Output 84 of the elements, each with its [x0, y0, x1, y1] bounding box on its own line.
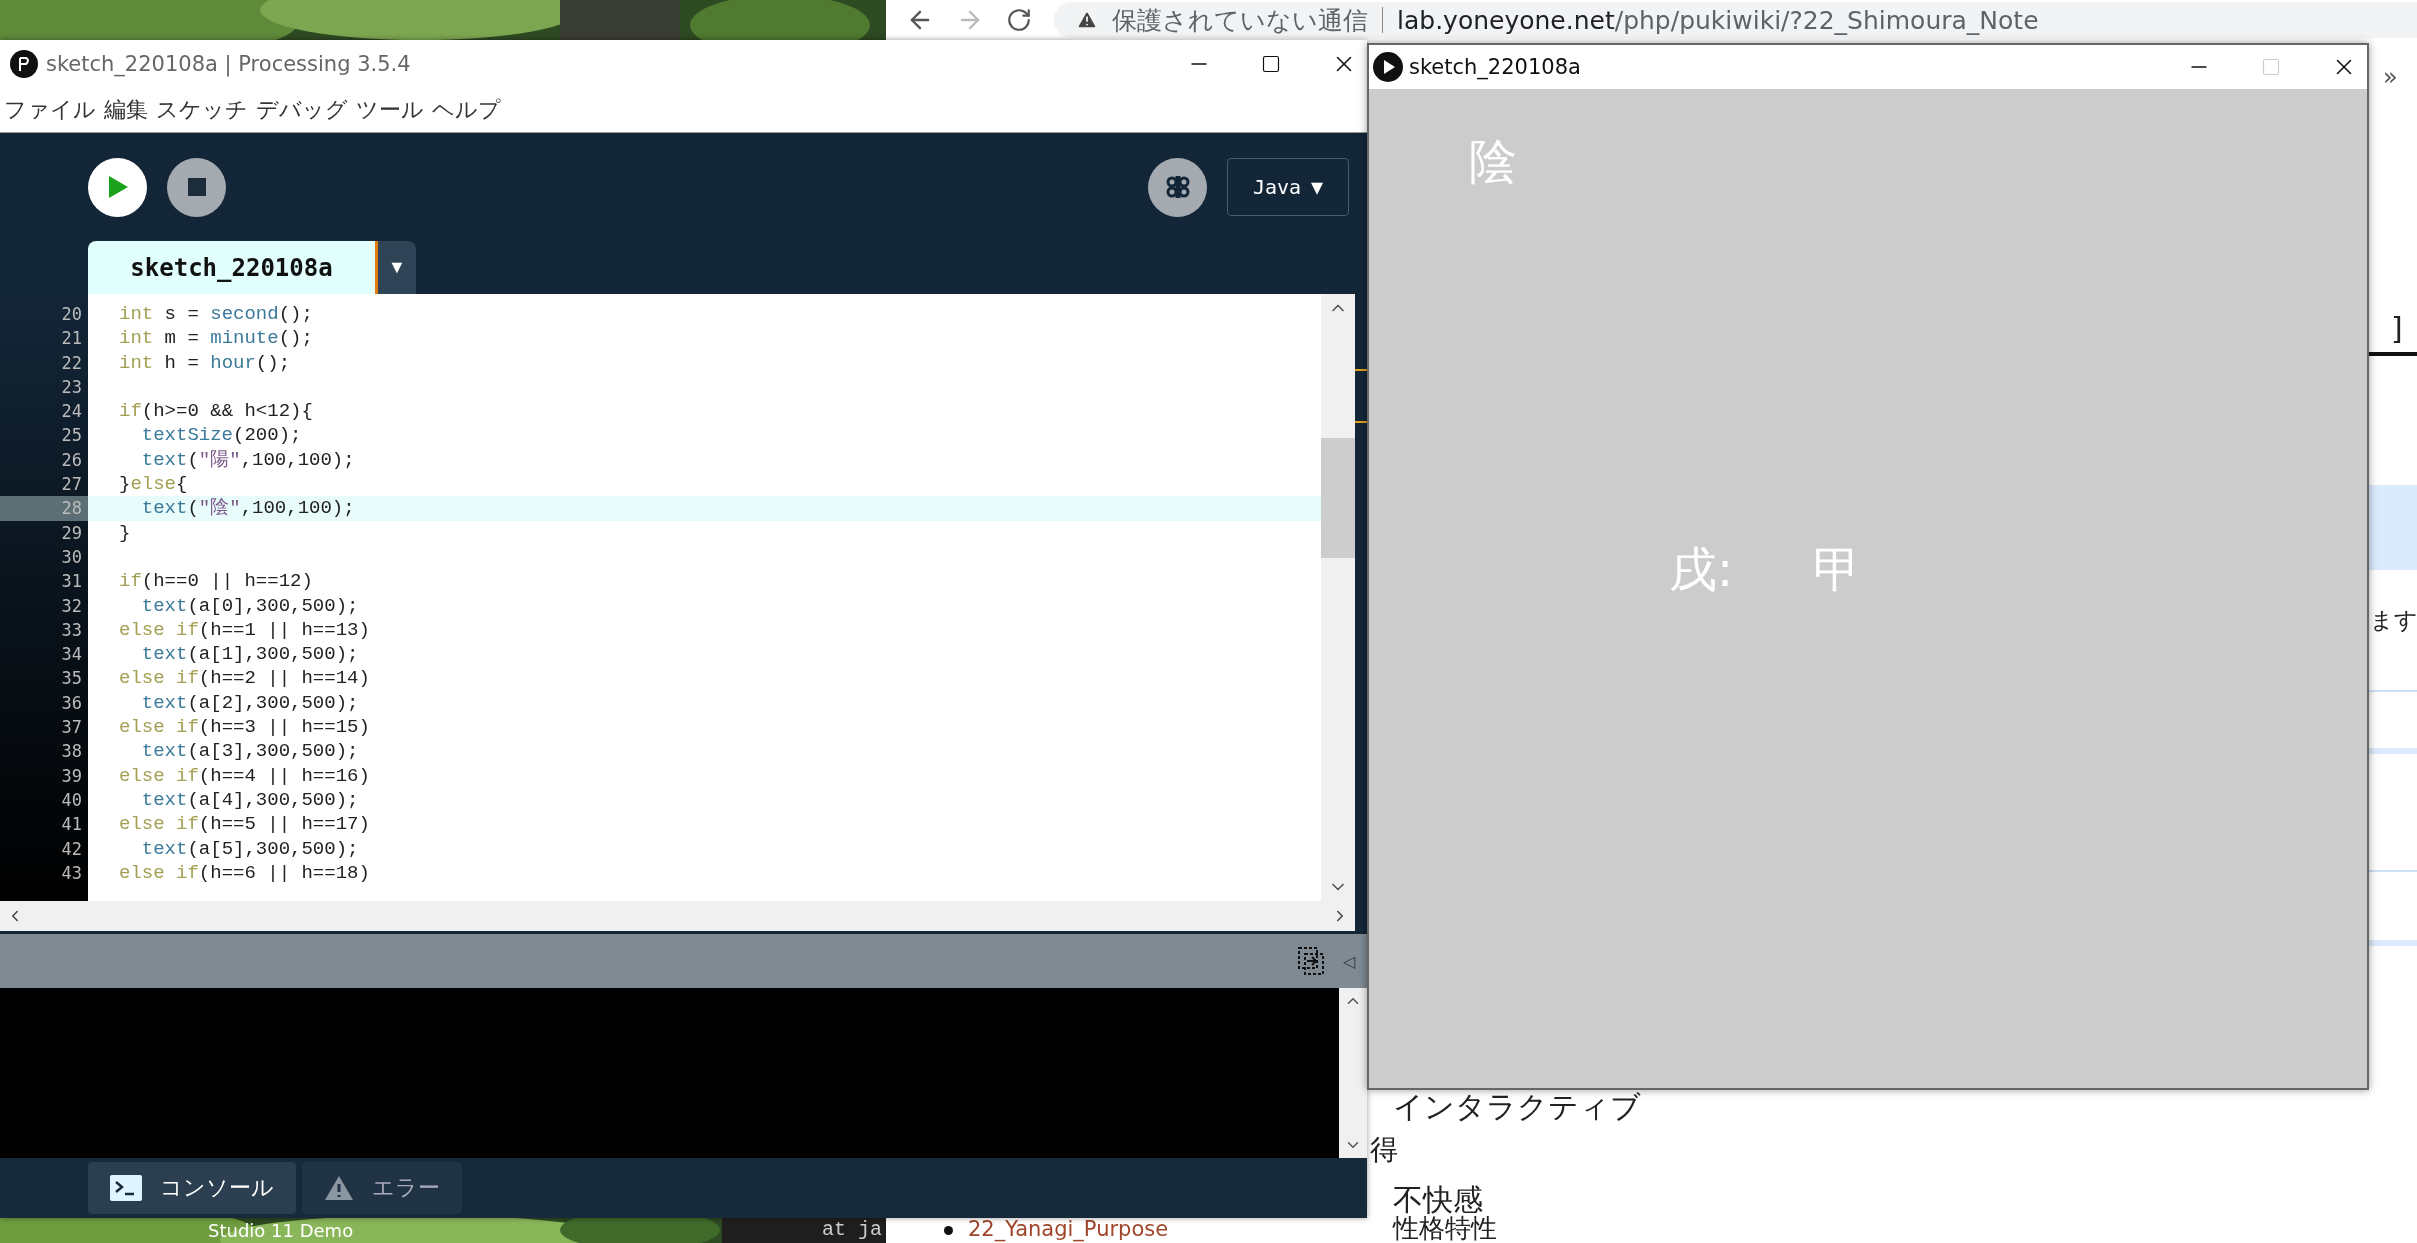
code-line: else if(h==1 || h==13) — [118, 617, 371, 643]
scroll-thumb[interactable] — [1321, 437, 1355, 558]
code-line: }else{ — [118, 472, 189, 497]
line-number: 31 — [60, 570, 83, 594]
bullet-icon — [944, 1226, 953, 1235]
mode-dropdown[interactable]: Java ▼ — [1227, 158, 1349, 216]
menu-item[interactable]: 編集 — [104, 95, 148, 125]
line-number: 35 — [60, 667, 83, 691]
code-line: text(a[3],300,500); — [140, 739, 360, 764]
code-line: else if(h==3 || h==15) — [118, 715, 371, 740]
code-line: text(a[1],300,500); — [140, 642, 360, 667]
line-number: 20 — [60, 303, 83, 326]
line-number: 41 — [60, 813, 83, 837]
list-item: 不快感 — [1393, 1183, 1483, 1216]
code-line: text(a[2],300,500); — [140, 690, 360, 716]
code-line: else if(h==2 || h==14) — [118, 666, 371, 691]
line-number: 29 — [60, 521, 83, 545]
line-number: 42 — [60, 837, 83, 861]
line-number: 28 — [0, 496, 88, 521]
line-number: 27 — [60, 473, 83, 497]
line-number: 26 — [60, 448, 83, 472]
line-number: 39 — [60, 764, 83, 788]
menu-item[interactable]: ツール — [356, 95, 424, 125]
code-line: } — [118, 520, 132, 545]
line-number: 43 — [60, 861, 83, 885]
heading-text: ] — [2391, 312, 2403, 345]
url-text: lab.yoneyone.net/php/pukiwiki/?22_Shimoura_Note — [1397, 5, 2039, 35]
code-line: if(h==0 || h==12) — [118, 569, 314, 594]
list-item: 得 — [1370, 1135, 1398, 1166]
console-tab[interactable]: コンソール — [88, 1162, 296, 1214]
code-line: if(h>=0 && h<12){ — [118, 399, 314, 424]
editor-tab[interactable]: sketch_220108a — [88, 241, 378, 294]
overflow-button[interactable]: » — [2383, 64, 2398, 91]
tab-menu-button[interactable]: ▼ — [378, 241, 416, 294]
line-number: 24 — [60, 400, 83, 424]
play-icon — [106, 175, 129, 199]
line-number: 36 — [60, 691, 83, 715]
window-title: sketch_220108a — [1409, 55, 1582, 79]
body-text: ます — [2370, 608, 2417, 634]
list-item: インタラクティブ — [1393, 1090, 1641, 1123]
terminal-text: at ja — [822, 1218, 882, 1242]
warning-icon — [1076, 9, 1098, 31]
line-number: 30 — [60, 545, 83, 569]
code-line: int s = second(); — [118, 302, 314, 327]
console-tab[interactable]: エラー — [302, 1162, 462, 1214]
code-line: int m = minute(); — [118, 326, 314, 351]
line-number: 22 — [60, 351, 83, 375]
warning-icon — [324, 1175, 354, 1201]
line-number: 33 — [60, 618, 83, 642]
reload-button[interactable] — [1006, 7, 1032, 33]
menu-item[interactable]: スケッチ — [156, 95, 248, 125]
security-label: 保護されていない通信 — [1112, 4, 1368, 37]
stop-icon — [187, 178, 206, 196]
page-link[interactable]: 22_Yanagi_Purpose — [968, 1218, 1169, 1242]
line-number: 38 — [60, 740, 83, 764]
line-number: 21 — [60, 327, 83, 351]
video-caption: Studio 11 Demo — [208, 1220, 354, 1242]
line-number: 32 — [60, 594, 83, 618]
maximize-button[interactable] — [1261, 54, 1281, 74]
code-line: textSize(200); — [140, 423, 303, 448]
code-line: text(a[5],300,500); — [140, 836, 360, 861]
line-number: 34 — [60, 643, 83, 667]
console-toggle[interactable]: ◁ — [1343, 951, 1355, 971]
terminal-icon — [110, 1175, 142, 1201]
line-number: 23 — [60, 375, 83, 399]
copy-icon[interactable] — [1297, 946, 1325, 976]
menu-item[interactable]: ファイル — [4, 95, 96, 125]
code-line: text(a[0],300,500); — [140, 593, 360, 618]
play-logo-icon — [1373, 52, 1403, 82]
code-line: text(a[4],300,500); — [140, 787, 360, 813]
code-line: else if(h==4 || h==16) — [118, 763, 371, 788]
list-item: 性格特性 — [1393, 1214, 1497, 1243]
line-number: 25 — [60, 424, 83, 448]
line-number: 37 — [60, 716, 83, 740]
address-bar[interactable]: 保護されていない通信 lab.yoneyone.net/php/pukiwiki/?22_Shimoura_Note — [1054, 2, 2417, 38]
code-line: text("陽",100,100); — [140, 447, 356, 473]
code-line: else if(h==6 || h==18) — [118, 860, 371, 886]
processing-logo-icon — [10, 50, 38, 78]
menu-item[interactable]: デバッグ — [256, 95, 348, 125]
line-number: 40 — [60, 788, 83, 812]
code-line: else if(h==5 || h==17) — [118, 812, 371, 837]
window-title: sketch_220108a | Processing 3.5.4 — [46, 52, 412, 76]
code-line: int h = hour(); — [118, 350, 292, 375]
menu-item[interactable]: ヘルプ — [432, 95, 501, 125]
